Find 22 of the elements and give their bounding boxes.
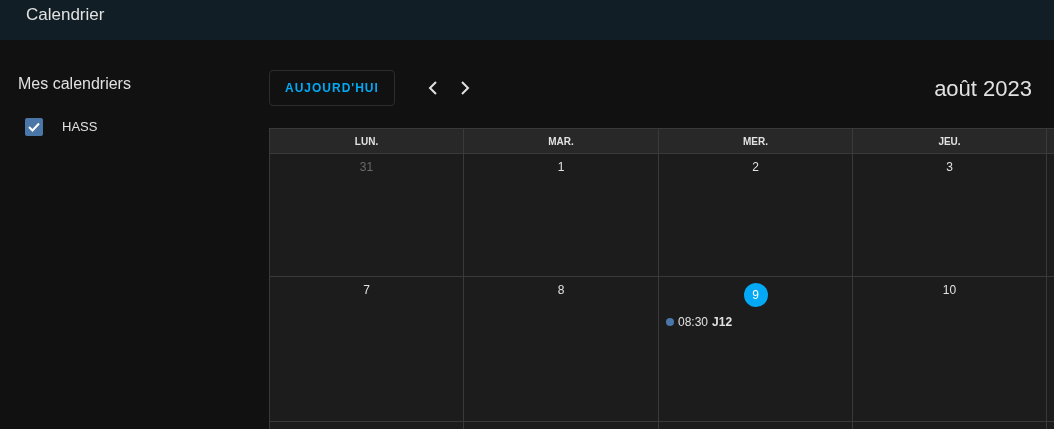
page-title: Calendrier — [26, 4, 105, 26]
day-number: 3 — [946, 160, 953, 174]
day-number: 31 — [359, 160, 374, 174]
day-number: 9 — [743, 283, 768, 307]
day-number: 7 — [363, 283, 370, 297]
day-number: 10 — [942, 283, 957, 297]
event-title[interactable]: J12 — [712, 313, 733, 331]
weekday-header: MAR. — [548, 134, 574, 149]
event-time[interactable]: 08:30 — [678, 313, 709, 331]
weekday-header: LUN. — [354, 134, 379, 149]
weekday-header: JEU. — [938, 134, 961, 149]
day-number: 8 — [557, 283, 565, 297]
month-title: août 2023 — [934, 74, 1032, 103]
weekday-header: MER. — [743, 134, 768, 149]
day-number: 1 — [557, 160, 565, 174]
chevron-left-icon[interactable] — [427, 81, 438, 95]
chevron-right-icon[interactable] — [459, 81, 470, 95]
checkbox[interactable] — [25, 117, 43, 136]
sidebar-title: Mes calendriers — [18, 74, 131, 94]
day-number: 2 — [752, 160, 759, 174]
today-button[interactable]: AUJOURD'HUI — [269, 70, 395, 106]
calendar-label: HASS — [62, 118, 98, 136]
